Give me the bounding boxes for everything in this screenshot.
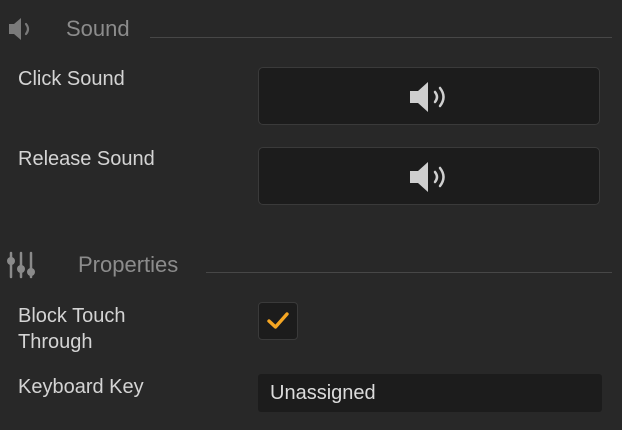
keyboard-key-label: Keyboard Key xyxy=(18,376,144,398)
speaker-icon xyxy=(6,14,38,44)
inspector-panel: Sound Click Sound Release Sound Properti… xyxy=(0,0,622,430)
click-sound-label: Click Sound xyxy=(18,68,125,90)
keyboard-key-field[interactable]: Unassigned xyxy=(258,374,602,412)
properties-section-header[interactable]: Properties xyxy=(0,250,622,280)
block-touch-checkbox[interactable] xyxy=(258,302,298,340)
checkmark-icon xyxy=(267,312,289,329)
block-touch-label-line1: Block Touch xyxy=(18,305,126,327)
speaker-icon xyxy=(408,160,452,194)
sound-section-title: Sound xyxy=(66,16,130,41)
sound-section-header[interactable]: Sound xyxy=(0,14,622,44)
release-sound-field[interactable] xyxy=(258,147,600,205)
sound-section-divider xyxy=(150,37,612,38)
sliders-icon xyxy=(6,250,38,280)
release-sound-label: Release Sound xyxy=(18,148,155,170)
click-sound-field[interactable] xyxy=(258,67,600,125)
block-touch-label-line2: Through xyxy=(18,331,93,353)
speaker-icon xyxy=(408,80,452,114)
properties-section-title: Properties xyxy=(78,252,179,277)
properties-section-divider xyxy=(206,272,612,273)
